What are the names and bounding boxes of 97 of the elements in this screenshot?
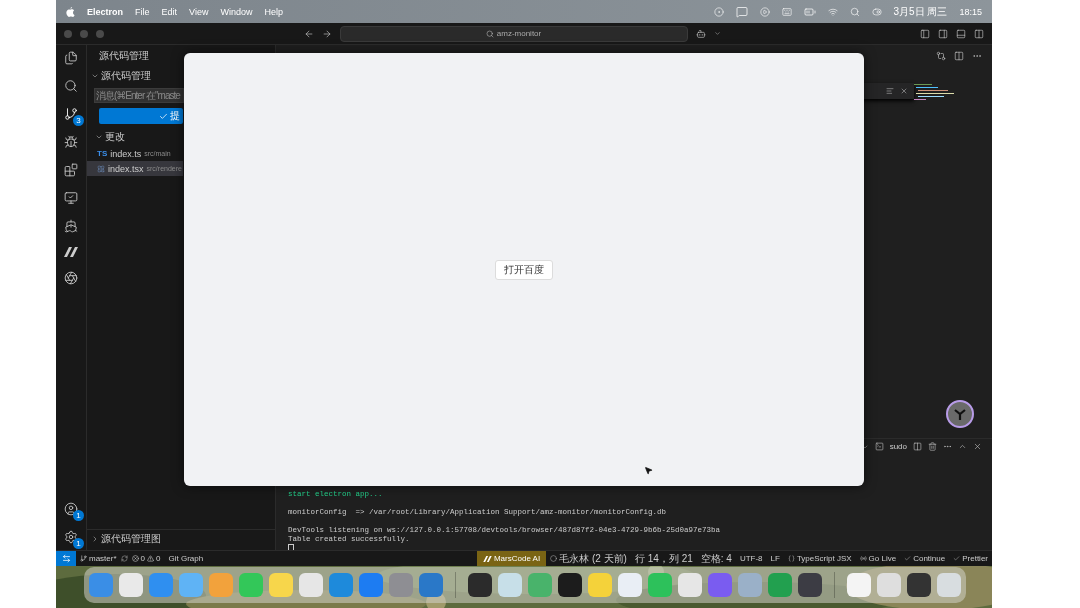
chevron-up-icon[interactable] xyxy=(958,442,967,451)
check-icon xyxy=(904,555,912,562)
count-badge: 1 xyxy=(73,538,84,549)
ship-icon[interactable] xyxy=(64,219,78,233)
file-name: index.ts xyxy=(110,148,142,159)
remote-monitor-icon[interactable] xyxy=(64,191,78,205)
status-item[interactable]: 行 14，列 21 xyxy=(630,551,697,566)
keyboard-icon[interactable] xyxy=(781,6,792,17)
warning-icon xyxy=(147,555,154,562)
apple-icon[interactable] xyxy=(66,6,75,17)
robot-icon[interactable] xyxy=(695,28,706,39)
chevron-right-icon[interactable] xyxy=(91,535,99,543)
commit-message-field[interactable]: 消息(⌘Enter 在"maste xyxy=(94,88,184,103)
terminal-name[interactable]: sudo xyxy=(889,442,907,451)
section-header[interactable]: 源代码管理图 xyxy=(101,532,161,546)
status-item[interactable]: Prettier xyxy=(949,554,992,563)
branch-icon xyxy=(80,555,87,562)
double-slash-logo-icon xyxy=(482,555,492,562)
panel-bottom-icon[interactable] xyxy=(956,28,966,39)
panel-right-icon[interactable] xyxy=(938,28,948,39)
back-icon[interactable] xyxy=(303,28,314,39)
section-header[interactable]: 源代码管理 xyxy=(101,69,151,83)
typescript-icon: TS xyxy=(97,149,108,158)
git-graph-status[interactable]: Git Graph xyxy=(164,554,208,563)
trash-icon[interactable] xyxy=(928,442,937,451)
check-icon xyxy=(953,555,961,562)
close-icon[interactable] xyxy=(973,442,982,451)
app-icon[interactable] xyxy=(468,573,492,597)
changes-header[interactable]: 更改 xyxy=(105,130,125,144)
broadcast-icon xyxy=(859,555,867,562)
menu-item[interactable]: View xyxy=(189,6,209,17)
assistant-avatar-icon[interactable] xyxy=(946,400,974,428)
open-baidu-button[interactable]: 打开百度 xyxy=(495,259,553,280)
app-icon[interactable] xyxy=(558,573,582,597)
compare-icon[interactable] xyxy=(936,51,946,61)
run-debug-icon[interactable] xyxy=(64,135,78,149)
window-minimize-light[interactable] xyxy=(80,29,88,38)
branch-status[interactable]: master* xyxy=(76,554,121,563)
count-badge: 3 xyxy=(73,115,84,126)
braces-icon xyxy=(787,555,795,562)
app-icon[interactable] xyxy=(798,573,822,597)
more-icon[interactable] xyxy=(943,442,952,451)
settings-icon[interactable] xyxy=(64,530,78,544)
control-center-icon[interactable] xyxy=(871,6,882,17)
status-item[interactable]: UTF-8 xyxy=(735,554,767,563)
aperture-icon[interactable] xyxy=(64,271,78,285)
record-icon[interactable] xyxy=(713,6,724,17)
problems-status[interactable]: 0 0 xyxy=(127,554,165,563)
app-icon[interactable] xyxy=(907,573,931,597)
menu-item[interactable]: Edit xyxy=(161,6,178,17)
count-badge: 1 xyxy=(73,510,84,521)
check-icon xyxy=(159,111,168,121)
status-item[interactable]: LF xyxy=(766,554,784,563)
files-icon[interactable] xyxy=(64,51,78,65)
window-zoom-light[interactable] xyxy=(96,29,104,38)
status-item[interactable]: Go Live xyxy=(855,554,901,563)
forward-icon[interactable] xyxy=(321,28,332,39)
source-control-icon[interactable] xyxy=(64,107,78,121)
warning-count: 0 xyxy=(156,554,161,563)
atom-icon xyxy=(97,164,105,173)
error-count: 0 xyxy=(140,554,145,563)
status-item[interactable]: TypeScript JSX xyxy=(783,554,856,563)
status-item[interactable]: Continue xyxy=(900,554,950,563)
search-icon xyxy=(485,29,494,38)
menu-item[interactable]: Help xyxy=(264,6,283,17)
account-icon[interactable] xyxy=(64,502,78,516)
command-center-search[interactable]: amz-monitor xyxy=(339,25,688,42)
remote-button[interactable] xyxy=(56,551,76,566)
panel-left-icon[interactable] xyxy=(920,28,930,39)
commit-button[interactable]: 提 xyxy=(99,108,183,124)
marscode-status[interactable]: MarsCode AI xyxy=(476,551,547,566)
terminal-icon[interactable] xyxy=(874,442,884,451)
lines-icon[interactable] xyxy=(886,87,894,95)
app-menu[interactable]: Electron xyxy=(87,6,123,17)
extensions-icon[interactable] xyxy=(64,163,78,177)
error-icon xyxy=(131,555,139,562)
status-item[interactable]: 毛永林 (2 天前) xyxy=(546,551,631,566)
sync-icon[interactable] xyxy=(120,555,128,562)
mouse-pointer-icon xyxy=(644,466,653,475)
circle-icon xyxy=(550,555,558,562)
battery-icon[interactable] xyxy=(803,5,816,18)
double-slash-logo-icon[interactable] xyxy=(64,247,78,257)
remote-icon xyxy=(61,554,71,563)
wifi-icon[interactable] xyxy=(827,6,838,17)
file-name: index.tsx xyxy=(108,163,144,174)
columns-icon[interactable] xyxy=(974,28,984,39)
search-icon[interactable] xyxy=(64,79,78,93)
sidebar-title: 源代码管理 xyxy=(98,49,150,63)
window-close-light[interactable] xyxy=(64,29,72,38)
play-icon[interactable] xyxy=(759,6,770,17)
menu-item[interactable]: File xyxy=(135,6,150,17)
menu-item[interactable]: Window xyxy=(220,6,253,17)
chat-icon[interactable] xyxy=(735,5,748,18)
split-editor-icon[interactable] xyxy=(954,51,964,61)
split-terminal-icon[interactable] xyxy=(913,442,922,451)
close-icon[interactable] xyxy=(900,87,908,95)
status-item[interactable]: 空格: 4 xyxy=(696,551,736,566)
